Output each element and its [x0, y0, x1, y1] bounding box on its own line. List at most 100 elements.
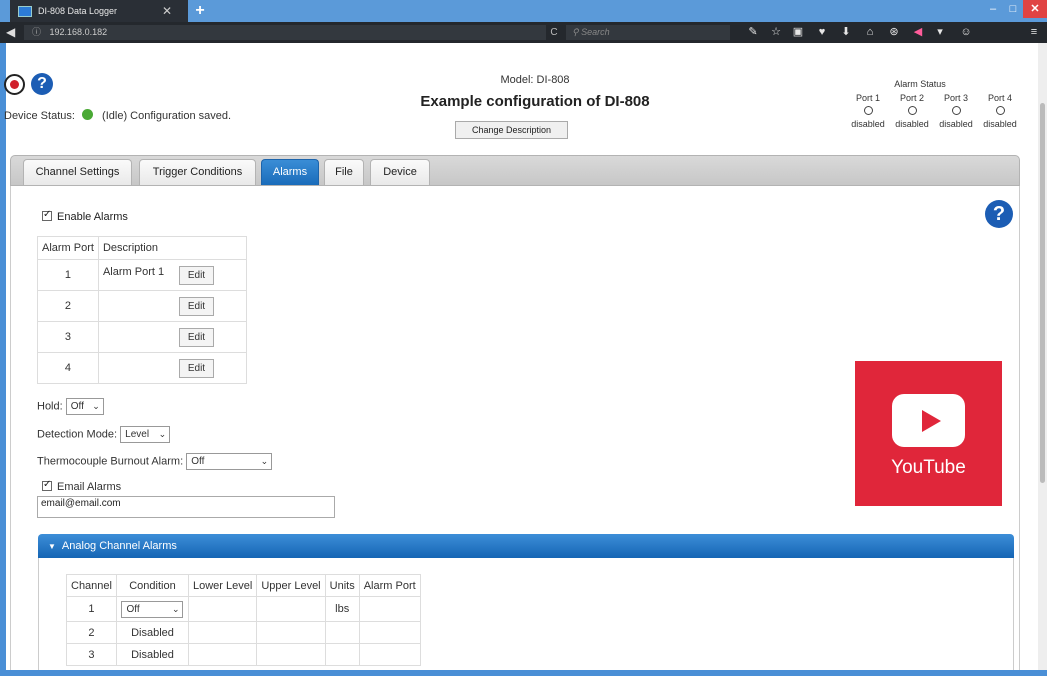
browser-navbar: ◀ ⓘ 192.168.0.182 C ⚲ Search ✎ ☆ ▣ ♥ ⬇ ⌂… [0, 22, 1047, 43]
burnout-select[interactable]: Off ⌄ [186, 453, 273, 470]
reload-icon[interactable]: C [546, 25, 562, 40]
url-bar[interactable]: ⓘ 192.168.0.182 [24, 25, 546, 40]
page-title: Example configuration of DI-808 [420, 93, 650, 110]
hold-select[interactable]: Off ⌄ [65, 398, 104, 415]
menu-icon[interactable]: ≡ [1026, 25, 1042, 40]
burnout-label: Thermocouple Burnout Alarm: [37, 455, 184, 468]
tab-close-icon[interactable]: ✕ [162, 4, 172, 18]
checkbox-checked-icon[interactable] [42, 479, 52, 491]
hold-row: Hold: Off ⌄ [37, 398, 104, 415]
hold-label: Hold: [37, 400, 63, 413]
bookmark-star-icon[interactable]: ☆ [768, 25, 784, 40]
units [324, 643, 360, 666]
channel-number: 1 [66, 596, 117, 622]
help-icon[interactable]: ? [31, 73, 53, 95]
tab-file[interactable]: File [324, 159, 364, 185]
alarm-port[interactable] [358, 596, 421, 622]
port-description-cell: Alarm Port 1 Edit [97, 259, 247, 291]
analog-channel-alarms-header[interactable]: ▼ Analog Channel Alarms [38, 534, 1014, 558]
pocket-icon[interactable]: ♥ [814, 25, 830, 40]
alarm-port-state: disabled [983, 119, 1017, 129]
edit-button[interactable]: Edit [178, 358, 214, 378]
window-close-button[interactable]: ✕ [1023, 0, 1047, 18]
email-field[interactable]: email@email.com [37, 496, 335, 518]
alarm-port-label: Port 1 [855, 93, 880, 103]
scrollbar-thumb[interactable] [1040, 103, 1045, 483]
search-icon: ⚲ [572, 27, 579, 37]
extension-icon[interactable]: ⊛ [886, 25, 902, 40]
table-row: 1 Off ⌄ lbs [66, 596, 421, 622]
edit-button[interactable]: Edit [178, 296, 214, 316]
alarm-led-icon [951, 106, 961, 115]
hold-value: Off [70, 401, 84, 412]
reading-list-icon[interactable]: ▣ [790, 25, 806, 40]
minimize-button[interactable]: – [983, 0, 1003, 18]
device-status-label: Device Status: [4, 110, 75, 122]
browser-tab-title: DI-808 Data Logger [38, 6, 118, 16]
email-alarms-checkbox[interactable]: Email Alarms [42, 479, 122, 493]
new-tab-button[interactable]: + [190, 1, 210, 21]
download-icon[interactable]: ⬇ [838, 25, 854, 40]
alarm-led-icon [995, 106, 1005, 115]
port-description-cell: Edit [97, 352, 247, 384]
accordion-title: Analog Channel Alarms [61, 540, 177, 552]
alarms-help-icon[interactable]: ? [985, 200, 1013, 228]
burnout-value: Off [191, 456, 205, 467]
enable-alarms-checkbox[interactable]: Enable Alarms [42, 209, 128, 223]
alarm-port-status-1: Port 1 disabled [846, 93, 890, 129]
condition-select[interactable]: Off ⌄ [121, 600, 184, 618]
share-icon[interactable]: ◀ [910, 25, 926, 40]
search-input[interactable]: ⚲ Search [566, 25, 730, 40]
page-scrollbar[interactable] [1038, 43, 1047, 670]
favicon-icon [18, 5, 32, 17]
port-description: Alarm Port 1 [102, 265, 165, 278]
model-label: Model: DI-808 [500, 74, 570, 86]
units [324, 621, 360, 644]
maximize-button[interactable]: □ [1003, 0, 1023, 18]
alarm-port-status-3: Port 3 disabled [934, 93, 978, 129]
tab-trigger-conditions[interactable]: Trigger Conditions [139, 159, 256, 185]
detection-mode-row: Detection Mode: Level ⌄ [37, 426, 171, 443]
tab-bar: Channel Settings Trigger Conditions Alar… [10, 155, 1020, 186]
tab-channel-settings[interactable]: Channel Settings [23, 159, 132, 185]
channel-number: 3 [66, 643, 117, 666]
port-number: 2 [37, 290, 99, 322]
chevron-down-icon: ⌄ [260, 456, 269, 466]
search-placeholder: Search [581, 27, 610, 37]
youtube-link[interactable]: YouTube [855, 361, 1002, 506]
enable-alarms-label: Enable Alarms [57, 211, 128, 223]
browser-tab[interactable]: DI-808 Data Logger ✕ [10, 0, 188, 22]
record-icon[interactable] [4, 74, 25, 95]
email-alarms-label: Email Alarms [57, 481, 122, 493]
checkbox-checked-icon[interactable] [42, 209, 52, 221]
dropdown-icon[interactable]: ▾ [932, 25, 948, 40]
alarm-port-label: Port 3 [943, 93, 968, 103]
upper-level[interactable] [256, 596, 326, 622]
account-icon[interactable]: ☺ [958, 25, 974, 40]
tab-alarms[interactable]: Alarms [261, 159, 319, 185]
alarm-port-state: disabled [939, 119, 973, 129]
column-header: Alarm Port [358, 574, 421, 597]
back-arrow-icon[interactable]: ◀ [6, 25, 15, 39]
detection-mode-label: Detection Mode: [37, 428, 118, 441]
column-header: Upper Level [256, 574, 326, 597]
change-description-button[interactable]: Change Description [455, 121, 568, 139]
lower-level[interactable] [187, 596, 258, 622]
tab-device[interactable]: Device [370, 159, 430, 185]
edit-button[interactable]: Edit [178, 327, 214, 347]
alarm-status-title: Alarm Status [894, 79, 946, 89]
edit-button[interactable]: Edit [178, 265, 214, 285]
wrench-icon[interactable]: ✎ [745, 25, 761, 40]
alarm-port-status-4: Port 4 disabled [978, 93, 1022, 129]
detection-mode-select[interactable]: Level ⌄ [120, 426, 171, 443]
play-icon [892, 394, 965, 447]
alarm-led-icon [907, 106, 917, 115]
column-header: Lower Level [187, 574, 258, 597]
home-icon[interactable]: ⌂ [862, 25, 878, 40]
info-icon[interactable]: ⓘ [32, 27, 41, 37]
status-indicator [81, 109, 93, 120]
port-description-cell: Edit [97, 321, 247, 353]
alarm-port-label: Port 2 [899, 93, 924, 103]
analog-channel-table: Channel Condition Lower Level Upper Leve… [66, 574, 421, 666]
units: lbs [324, 596, 360, 622]
